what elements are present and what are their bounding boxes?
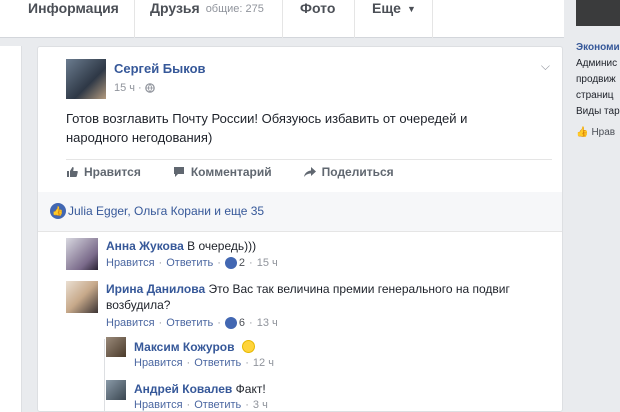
right-text-line: Виды тар [576,106,620,117]
like-count-icon [224,317,237,329]
right-like-button[interactable]: 👍 Нрав [576,127,615,138]
commenter-name[interactable]: Анна Жукова [106,239,184,253]
commenter-name[interactable]: Андрей Ковалев [134,382,232,396]
comment-actions: Нравится · Ответить · 6 · 13 ч [106,317,278,329]
tab-more[interactable]: Еще ▼ [372,0,416,38]
globe-icon [144,83,155,93]
commenter-name[interactable]: Ирина Данилова [106,282,205,296]
like-button[interactable]: Нравится [66,165,141,179]
commenter-avatar[interactable] [106,380,126,400]
like-reaction-icon: 👍 [50,203,66,219]
comment-text: В очередь))) [187,239,257,253]
share-button[interactable]: Поделиться [303,165,394,179]
profile-nav: Информация Друзья общие: 275 Фото Еще ▼ [0,0,564,38]
comment-like-count[interactable]: 2 [224,257,245,269]
share-label: Поделиться [321,165,394,179]
thumbs-up-icon [67,167,78,177]
share-icon [303,167,316,177]
comment-time[interactable]: 3 ч [253,399,268,411]
comment-time[interactable]: 15 ч [257,257,278,269]
tab-friends-label: Друзья [150,0,200,16]
smiley-icon [241,340,255,353]
comment-reply-link[interactable]: Ответить [194,399,241,411]
chevron-down-icon[interactable]: ⌵ [541,59,550,74]
author-avatar[interactable] [66,59,106,99]
nav-divider [432,0,433,38]
comment-reply-link[interactable]: Ответить [194,357,241,369]
friends-count: общие: 275 [205,3,264,15]
like-label: Нравится [84,165,141,179]
comment-text: Факт! [235,382,266,396]
left-column [0,46,22,412]
tab-photos[interactable]: Фото [300,0,335,38]
comment-actions: Нравится · Ответить · 2 · 15 ч [106,257,278,269]
comment-body: Андрей Ковалев Факт! [134,381,534,397]
nav-divider [134,0,135,38]
post-meta: 15 ч · [114,82,155,94]
comment-actions: Нравится · Ответить · 3 ч [134,399,268,411]
comment-like-count[interactable]: 6 [224,317,245,329]
nav-divider [354,0,355,38]
post-actions: Нравится Комментарий Поделиться [66,165,552,179]
comment-like-link[interactable]: Нравится [134,399,183,411]
tab-info[interactable]: Информация [28,0,119,38]
nav-divider [282,0,283,38]
right-like-label: Нрав [591,127,616,138]
post-author[interactable]: Сергей Быков [114,61,206,76]
comment-time[interactable]: 13 ч [257,317,278,329]
comment-body: Максим Кожуров [134,339,534,355]
post-text: Готов возглавить Почту России! Обязуюсь … [66,111,468,145]
page-thumbnail[interactable] [576,0,620,26]
comment-time[interactable]: 12 ч [253,357,274,369]
right-page-title[interactable]: Экономи [576,42,620,53]
reply-thread-line [104,339,105,412]
commenter-name[interactable]: Максим Кожуров [134,340,234,354]
caret-down-icon: ▼ [406,4,416,14]
commenter-avatar[interactable] [66,238,98,270]
right-text-line: продвиж [576,74,616,85]
comment-icon [173,167,184,177]
comment-like-link[interactable]: Нравится [106,317,155,329]
comment-reply-link[interactable]: Ответить [166,257,213,269]
thumbs-up-icon: 👍 [576,127,589,138]
post-time[interactable]: 15 ч [114,82,135,94]
divider [66,159,552,160]
tab-info-label: Информация [28,0,119,16]
right-text-line: Админис [576,58,618,69]
comment-label: Комментарий [190,165,272,179]
post-card: Сергей Быков 15 ч · ⌵ Готов возглавить П… [37,46,563,412]
commenter-avatar[interactable] [66,281,98,313]
tab-more-label: Еще [372,0,401,16]
right-text-line: страниц [576,90,614,101]
commenter-avatar[interactable] [106,337,126,357]
reactions-summary[interactable]: Julia Egger, Ольга Корани и еще 35 [68,204,264,218]
comment-button[interactable]: Комментарий [173,165,272,179]
right-column: Экономи Админис продвиж страниц Виды тар… [572,0,620,412]
reactions-bar: 👍 Julia Egger, Ольга Корани и еще 35 [38,192,562,232]
comment-like-link[interactable]: Нравится [134,357,183,369]
comment-actions: Нравится · Ответить · 12 ч [134,357,274,369]
tab-friends[interactable]: Друзья общие: 275 [150,0,264,38]
comment-body: Ирина Данилова Это Вас так величина прем… [106,281,536,313]
comment-body: Анна Жукова В очередь))) [106,238,546,254]
like-count-icon [224,257,237,269]
comment-like-link[interactable]: Нравится [106,257,155,269]
tab-photos-label: Фото [300,0,336,16]
comment-reply-link[interactable]: Ответить [166,317,213,329]
